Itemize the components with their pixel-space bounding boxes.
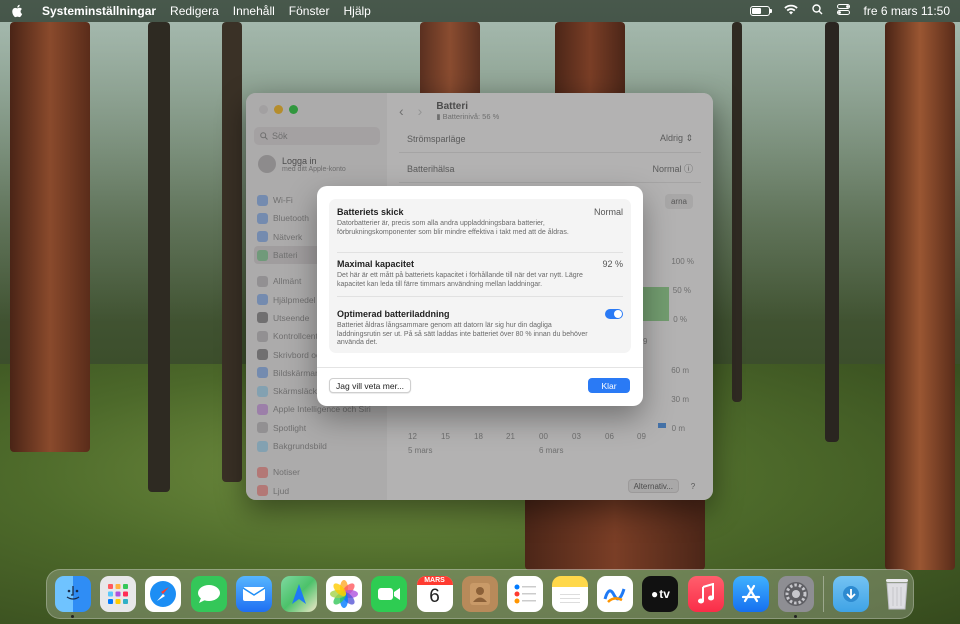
menu-app-name[interactable]: Systeminställningar <box>42 4 156 18</box>
trash-icon[interactable] <box>879 576 915 612</box>
battery-health-dialog: Batteriets skick Normal Datorbatterier ä… <box>317 186 643 406</box>
section-divider <box>337 252 623 253</box>
dock-divider <box>823 576 825 612</box>
calendar-icon[interactable]: MARS 6 <box>416 576 453 612</box>
wallpaper-tree <box>148 22 170 492</box>
notes-icon[interactable] <box>552 576 589 612</box>
wallpaper-tree <box>732 22 742 402</box>
wifi-status-icon[interactable] <box>783 4 798 18</box>
menu-hjalp[interactable]: Hjälp <box>343 4 370 18</box>
wallpaper-tree <box>525 495 705 570</box>
menu-clock[interactable]: fre 6 mars 11:50 <box>864 4 950 18</box>
photos-icon[interactable] <box>326 576 363 612</box>
music-icon[interactable] <box>687 576 724 612</box>
dock: MARS 6 ● tv <box>46 569 914 619</box>
reminders-icon[interactable] <box>506 576 543 612</box>
menu-innehall[interactable]: Innehåll <box>233 4 275 18</box>
battery-condition-section: Batteriets skick Normal Datorbatterier ä… <box>337 207 623 237</box>
menu-redigera[interactable]: Redigera <box>170 4 219 18</box>
running-indicator <box>794 615 797 618</box>
contacts-icon[interactable] <box>461 576 498 612</box>
section-description: Batteriet åldras långsammare genom att d… <box>337 322 588 347</box>
learn-more-button[interactable]: Jag vill veta mer... <box>329 378 412 393</box>
optimized-charging-toggle[interactable] <box>605 309 623 319</box>
wallpaper-tree <box>555 22 625 102</box>
spotlight-search-icon[interactable] <box>811 4 823 18</box>
optimized-charging-section: Optimerad batteriladdning Batteriet åldr… <box>337 309 623 348</box>
running-indicator <box>71 615 74 618</box>
apple-logo-icon[interactable] <box>10 4 24 18</box>
dialog-footer-divider <box>317 367 643 368</box>
section-title: Optimerad batteriladdning <box>337 309 450 319</box>
finder-icon[interactable] <box>55 576 91 618</box>
safari-icon[interactable] <box>145 576 182 612</box>
battery-condition-value: Normal <box>593 207 623 217</box>
wallpaper-tree <box>10 22 90 452</box>
apple-logo-icon: ● <box>650 587 659 601</box>
calendar-day: 6 <box>429 586 440 607</box>
section-description: Datorbatterier är, precis som alla andra… <box>337 220 569 236</box>
menu-fonster[interactable]: Fönster <box>289 4 330 18</box>
control-center-icon[interactable] <box>836 4 850 18</box>
wallpaper-tree <box>885 22 955 570</box>
max-capacity-section: Maximal kapacitet 92 % Det här är ett må… <box>337 259 623 289</box>
wallpaper-tree <box>420 22 480 102</box>
app-store-icon[interactable] <box>732 576 769 612</box>
mail-icon[interactable] <box>235 576 272 612</box>
messages-icon[interactable] <box>190 576 227 612</box>
wallpaper-tree <box>825 22 839 442</box>
section-title: Maximal kapacitet <box>337 259 415 269</box>
section-description: Det här är ett mått på batteriets kapaci… <box>337 272 583 288</box>
tv-icon[interactable]: ● tv <box>642 576 679 612</box>
maps-icon[interactable] <box>280 576 317 612</box>
downloads-folder-icon[interactable] <box>833 576 870 612</box>
calendar-month: MARS <box>416 576 453 585</box>
launchpad-icon[interactable] <box>100 576 137 612</box>
section-divider <box>337 296 623 297</box>
dialog-card: Batteriets skick Normal Datorbatterier ä… <box>329 199 631 353</box>
menu-bar: Systeminställningar Redigera Innehåll Fö… <box>0 0 960 22</box>
done-button[interactable]: Klar <box>588 378 630 393</box>
battery-status-icon[interactable] <box>749 6 772 16</box>
wallpaper-tree <box>222 22 242 482</box>
facetime-icon[interactable] <box>371 576 408 612</box>
max-capacity-value: 92 % <box>602 259 623 269</box>
freeform-icon[interactable] <box>597 576 634 612</box>
tv-label: tv <box>659 587 670 601</box>
system-settings-icon[interactable] <box>778 576 814 618</box>
section-title: Batteriets skick <box>337 207 404 217</box>
